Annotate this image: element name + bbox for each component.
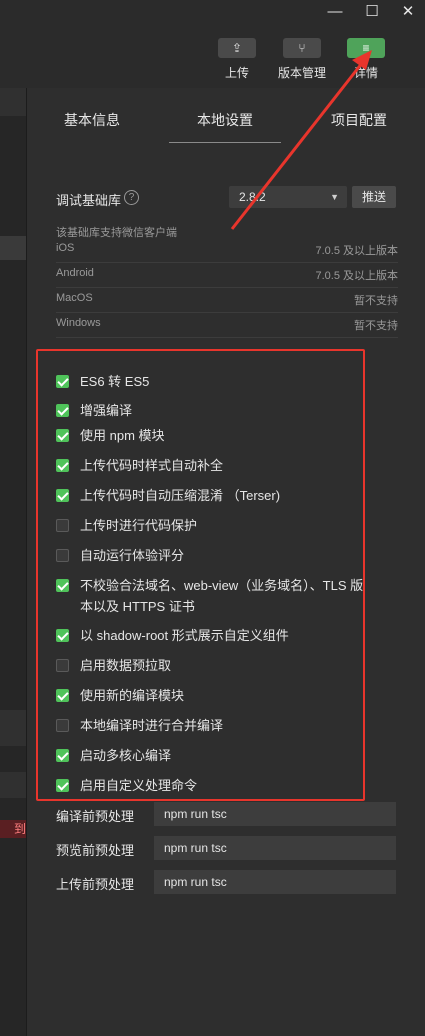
checkbox[interactable] xyxy=(56,689,69,702)
menu-icon: ≡ xyxy=(347,38,385,58)
support-platform: iOS xyxy=(56,242,75,254)
left-pane-selected-row[interactable] xyxy=(0,236,26,260)
support-platform: MacOS xyxy=(56,292,93,304)
debug-library-row: 调试基础库 ? 2.8.2 ▼ 推送 xyxy=(56,186,398,210)
left-pane-error-text: 到 xyxy=(0,820,26,838)
option-label: 不校验合法域名、web-view（业务域名）、TLS 版本以及 HTTPS 证书 xyxy=(80,578,364,614)
details-label: 详情 xyxy=(353,66,378,80)
push-button[interactable]: 推送 xyxy=(352,186,396,208)
preprocess-row: 编译前预处理 npm run tsc xyxy=(56,802,398,826)
option-label: 增强编译 xyxy=(80,403,133,418)
left-pane-header xyxy=(0,88,26,116)
version-manage-button[interactable]: ⑂ 版本管理 xyxy=(272,38,332,81)
tab-local-settings[interactable]: 本地设置 xyxy=(170,110,280,130)
option-label: 自动运行体验评分 xyxy=(80,548,185,563)
upload-label: 上传 xyxy=(224,66,249,80)
library-version-select[interactable]: 2.8.2 ▼ xyxy=(229,186,347,208)
support-value: 7.0.5 及以上版本 xyxy=(315,245,398,257)
option-label: 启用数据预拉取 xyxy=(80,658,172,673)
preprocess-label: 预览前预处理 xyxy=(56,843,135,858)
tab-basic-info[interactable]: 基本信息 xyxy=(37,110,147,130)
support-row: Android 7.0.5 及以上版本 xyxy=(56,263,398,288)
checkbox[interactable] xyxy=(56,404,69,417)
tab-project-config[interactable]: 项目配置 xyxy=(304,110,414,130)
left-pane-row xyxy=(0,772,26,798)
left-pane: 到 xyxy=(0,88,27,1036)
upload-icon: ⇪ xyxy=(218,38,256,58)
maximize-icon[interactable]: ☐ xyxy=(359,2,385,22)
checkbox[interactable] xyxy=(56,659,69,672)
preprocess-command-field[interactable]: npm run tsc xyxy=(154,836,396,860)
checkbox[interactable] xyxy=(56,629,69,642)
option-label: 上传时进行代码保护 xyxy=(80,518,198,533)
details-button[interactable]: ≡ 详情 xyxy=(336,38,396,81)
option-label: 本地编译时进行合并编译 xyxy=(80,718,224,733)
option-label: ES6 转 ES5 xyxy=(80,374,150,389)
library-version-value: 2.8.2 xyxy=(239,190,266,204)
checkbox[interactable] xyxy=(56,519,69,532)
minimize-icon[interactable]: — xyxy=(322,2,348,22)
preprocess-row: 上传前预处理 npm run tsc xyxy=(56,870,398,894)
option-label: 启用自定义处理命令 xyxy=(80,778,198,793)
support-value: 暂不支持 xyxy=(354,320,398,332)
preprocess-label: 上传前预处理 xyxy=(56,877,135,892)
support-row: iOS 7.0.5 及以上版本 xyxy=(56,238,398,263)
option-label: 以 shadow-root 形式展示自定义组件 xyxy=(80,628,289,643)
option-label: 上传代码时样式自动补全 xyxy=(80,458,224,473)
chevron-down-icon: ▼ xyxy=(330,192,339,202)
support-row: MacOS 暂不支持 xyxy=(56,288,398,313)
close-icon[interactable]: ✕ xyxy=(395,2,421,22)
preprocess-command-field[interactable]: npm run tsc xyxy=(154,870,396,894)
toolbar: ⇪ 上传 ⑂ 版本管理 ≡ 详情 xyxy=(0,24,425,88)
support-row: Windows 暂不支持 xyxy=(56,313,398,338)
checkbox[interactable] xyxy=(56,779,69,792)
version-manage-label: 版本管理 xyxy=(277,66,326,80)
upload-button[interactable]: ⇪ 上传 xyxy=(207,38,267,81)
checkbox[interactable] xyxy=(56,719,69,732)
left-pane-row xyxy=(0,710,26,746)
help-icon[interactable]: ? xyxy=(124,190,139,205)
branch-icon: ⑂ xyxy=(283,38,321,58)
option-label: 使用新的编译模块 xyxy=(80,688,185,703)
checkbox[interactable] xyxy=(56,459,69,472)
debug-library-label: 调试基础库 xyxy=(56,193,122,208)
support-value: 暂不支持 xyxy=(354,295,398,307)
checkbox[interactable] xyxy=(56,579,69,592)
checkbox[interactable] xyxy=(56,749,69,762)
checkbox[interactable] xyxy=(56,375,69,388)
title-bar: — ☐ ✕ xyxy=(0,0,425,24)
option-label: 启动多核心编译 xyxy=(80,748,172,763)
settings-panel: 基本信息 本地设置 项目配置 调试基础库 ? 2.8.2 ▼ 推送 该基础库支持… xyxy=(27,88,425,1036)
preprocess-command-field[interactable]: npm run tsc xyxy=(154,802,396,826)
checkbox[interactable] xyxy=(56,549,69,562)
active-tab-indicator xyxy=(169,142,281,143)
checkbox[interactable] xyxy=(56,429,69,442)
option-label: 上传代码时自动压缩混淆 （Terser) xyxy=(80,488,281,503)
support-platform: Windows xyxy=(56,317,101,329)
checkbox[interactable] xyxy=(56,489,69,502)
preprocess-label: 编译前预处理 xyxy=(56,809,135,824)
option-label: 使用 npm 模块 xyxy=(80,428,165,443)
support-value: 7.0.5 及以上版本 xyxy=(315,270,398,282)
support-platform: Android xyxy=(56,267,94,279)
preprocess-row: 预览前预处理 npm run tsc xyxy=(56,836,398,860)
